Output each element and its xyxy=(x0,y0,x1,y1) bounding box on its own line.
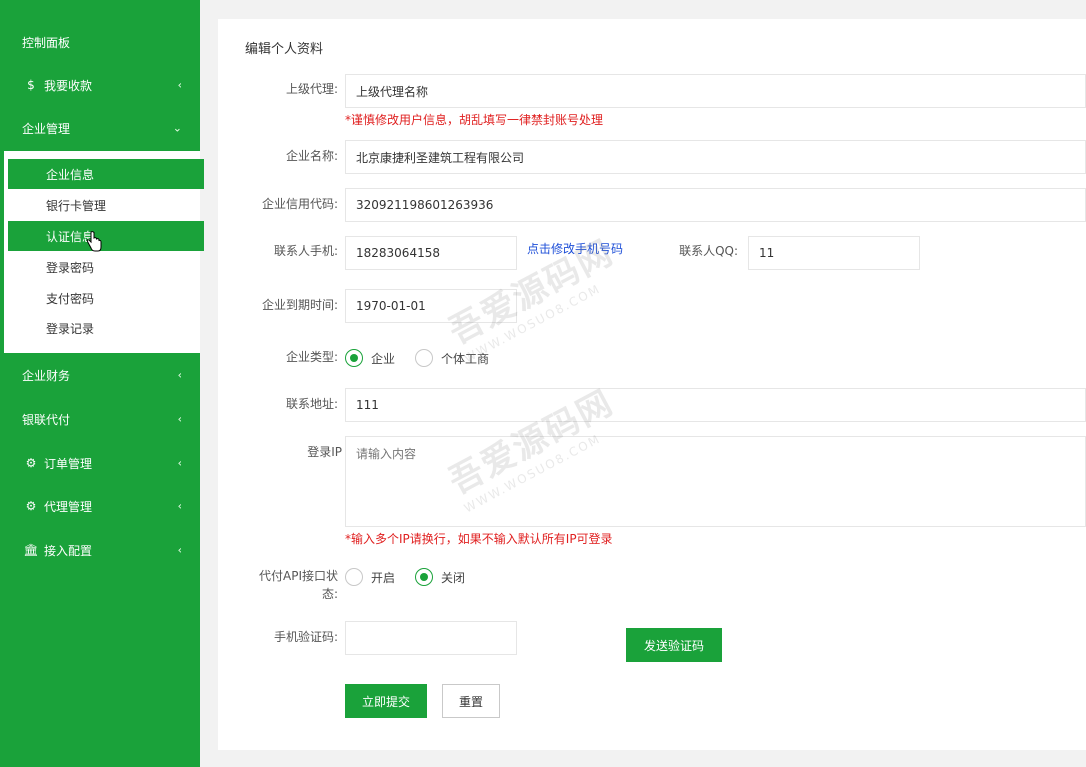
nav-dashboard[interactable]: 控制面板 xyxy=(0,20,200,64)
sidebar: 控制面板 $ 我要收款 ‹ 企业管理 ⌄ 企业信息 银行卡管理 认证信息 登录密… xyxy=(0,0,204,767)
login-ip-label: 登录IP xyxy=(307,445,342,459)
nav-agent-management[interactable]: ⚙ 代理管理 ‹ xyxy=(0,484,200,528)
parent-agent-input[interactable]: 上级代理名称 xyxy=(345,74,1086,108)
send-code-button[interactable]: 发送验证码 xyxy=(626,628,722,662)
dollar-icon: $ xyxy=(27,78,35,92)
radio-circle xyxy=(345,349,363,367)
radio-individual[interactable]: 个体工商 xyxy=(415,349,489,367)
sub-item-label: 登录记录 xyxy=(46,321,95,336)
contact-qq-input[interactable]: 11 xyxy=(748,236,920,270)
company-name-label: 企业名称: xyxy=(285,149,338,163)
gears-icon: ⚙ xyxy=(25,499,37,513)
nav-order-management[interactable]: ⚙ 订单管理 ‹ xyxy=(0,441,200,485)
contact-qq-label: 联系人QQ: xyxy=(679,244,738,258)
chevron-down-icon: ⌄ xyxy=(172,121,182,135)
radio-label: 关闭 xyxy=(441,570,466,585)
radio-company[interactable]: 企业 xyxy=(345,349,395,367)
parent-agent-label: 上级代理: xyxy=(285,82,338,96)
company-type-radio-group: 企业 个体工商 xyxy=(345,349,509,367)
nav-access-config[interactable]: 🏛 接入配置 ‹ xyxy=(0,528,200,572)
expire-date-input[interactable]: 1970-01-01 xyxy=(345,289,517,323)
api-status-label-line1: 代付API接口状 xyxy=(259,569,338,583)
page-title: 编辑个人资料 xyxy=(245,42,324,57)
nav-label: 订单管理 xyxy=(44,456,93,471)
radio-label: 开启 xyxy=(371,570,396,585)
sub-item-label: 支付密码 xyxy=(46,291,95,306)
change-phone-link[interactable]: 点击修改手机号码 xyxy=(527,240,623,257)
radio-disable[interactable]: 关闭 xyxy=(415,568,465,586)
sub-item-login-record[interactable]: 登录记录 xyxy=(8,313,204,343)
credit-code-input[interactable]: 320921198601263936 xyxy=(345,188,1086,222)
chevron-left-icon: ‹ xyxy=(177,543,182,557)
chevron-left-icon: ‹ xyxy=(177,368,182,382)
nav-unionpay-payout[interactable]: 银联代付 ‹ xyxy=(0,397,200,441)
submenu-company-management: 企业信息 银行卡管理 认证信息 登录密码 支付密码 登录记录 xyxy=(0,151,204,353)
reset-button[interactable]: 重置 xyxy=(442,684,500,718)
nav-label: 控制面板 xyxy=(22,35,71,50)
gears-icon: ⚙ xyxy=(25,456,37,470)
address-input[interactable]: 111 xyxy=(345,388,1086,422)
hand-cursor-icon xyxy=(86,231,102,252)
contact-phone-label: 联系人手机: xyxy=(273,244,338,258)
nav-company-management[interactable]: 企业管理 ⌄ xyxy=(0,106,200,150)
nav-company-finance[interactable]: 企业财务 ‹ xyxy=(0,353,200,397)
sms-code-input[interactable] xyxy=(345,621,517,655)
company-name-input[interactable]: 北京康捷利圣建筑工程有限公司 xyxy=(345,140,1086,174)
nav-label: 企业财务 xyxy=(22,368,71,383)
api-status-label-line2: 态: xyxy=(321,587,338,601)
chevron-left-icon: ‹ xyxy=(177,499,182,513)
bank-icon: 🏛 xyxy=(23,543,39,557)
nav-receive-payment[interactable]: $ 我要收款 ‹ xyxy=(0,63,200,107)
login-ip-textarea[interactable]: 请输入内容 xyxy=(345,436,1086,527)
company-type-label: 企业类型: xyxy=(285,350,338,364)
nav-label: 接入配置 xyxy=(44,543,93,558)
nav-label: 代理管理 xyxy=(44,499,93,514)
nav-label: 银联代付 xyxy=(22,412,71,427)
submit-button[interactable]: 立即提交 xyxy=(345,684,427,718)
address-label: 联系地址: xyxy=(285,397,338,411)
sub-item-label: 登录密码 xyxy=(46,260,95,275)
chevron-left-icon: ‹ xyxy=(177,412,182,426)
radio-enable[interactable]: 开启 xyxy=(345,568,395,586)
sub-item-login-password[interactable]: 登录密码 xyxy=(8,252,204,282)
contact-phone-input[interactable]: 18283064158 xyxy=(345,236,517,270)
chevron-left-icon: ‹ xyxy=(177,456,182,470)
sub-item-company-info[interactable]: 企业信息 xyxy=(8,159,204,189)
radio-label: 个体工商 xyxy=(441,351,490,366)
api-status-label: 代付API接口状 态: xyxy=(218,567,338,603)
radio-circle xyxy=(415,349,434,367)
sub-item-certification[interactable]: 认证信息 xyxy=(8,221,204,252)
sub-item-pay-password[interactable]: 支付密码 xyxy=(8,283,204,313)
radio-circle xyxy=(415,568,434,586)
credit-code-label: 企业信用代码: xyxy=(261,197,338,211)
sub-item-bank-card[interactable]: 银行卡管理 xyxy=(8,190,204,220)
radio-label: 企业 xyxy=(371,351,396,366)
warning-text: *谨慎修改用户信息，胡乱填写一律禁封账号处理 xyxy=(345,113,604,127)
chevron-left-icon: ‹ xyxy=(177,78,182,92)
edit-profile-card: 编辑个人资料 上级代理: 上级代理名称 *谨慎修改用户信息，胡乱填写一律禁封账号… xyxy=(218,19,1086,750)
nav-label: 企业管理 xyxy=(22,121,71,136)
radio-circle xyxy=(345,568,363,586)
sms-code-label: 手机验证码: xyxy=(273,630,338,644)
sub-item-label: 企业信息 xyxy=(46,167,95,182)
login-ip-hint: *输入多个IP请换行，如果不输入默认所有IP可登录 xyxy=(345,532,613,546)
sub-item-label: 银行卡管理 xyxy=(46,198,107,213)
api-status-radio-group: 开启 关闭 xyxy=(345,568,485,586)
nav-label: 我要收款 xyxy=(44,78,93,93)
expire-date-label: 企业到期时间: xyxy=(261,298,338,312)
